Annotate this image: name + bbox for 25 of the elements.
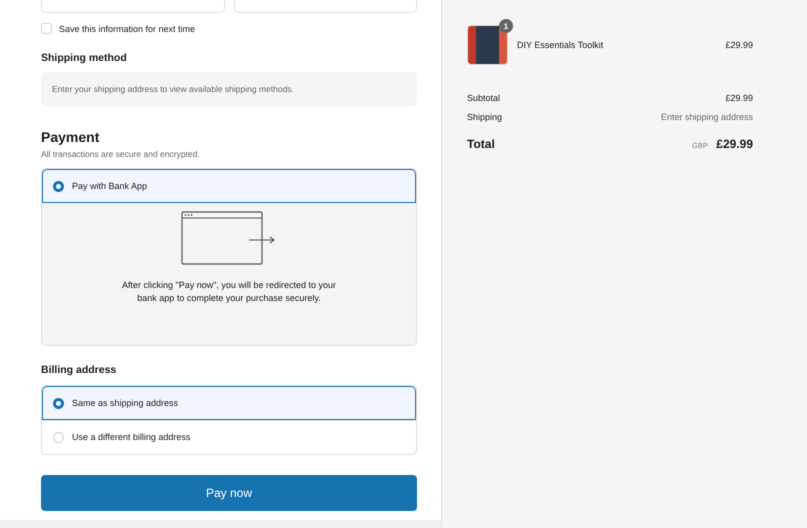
checkbox-label: Save this information for next time: [59, 24, 196, 34]
section-heading: Payment: [41, 129, 100, 145]
payment-subtitle: All transactions are secure and encrypted.: [41, 149, 201, 159]
summary-value: Enter shipping address: [660, 112, 753, 122]
product-price: £29.99: [725, 40, 753, 50]
quantity-badge: 1: [499, 19, 513, 33]
pay-now-button[interactable]: Pay now: [41, 475, 417, 511]
summary-value: £29.99: [725, 93, 753, 103]
section-heading: Billing address: [41, 364, 118, 376]
total-label: Total: [467, 137, 495, 151]
checkbox[interactable]: [41, 23, 52, 34]
total-amount: £29.99: [716, 137, 753, 151]
redirect-description: After clicking "Pay now", you will be redirected to your bank app to complete your purchase securely.: [121, 279, 337, 305]
browser-redirect-icon: [181, 211, 277, 265]
billing-option[interactable]: Use a different billing address: [42, 420, 416, 454]
shipping-notice: Enter your shipping address to view available shipping methods.: [41, 72, 417, 106]
summary-label: Shipping: [467, 112, 502, 122]
payment-option[interactable]: Pay with Bank App: [42, 169, 416, 203]
postcode-field[interactable]: [234, 0, 417, 13]
summary-label: Subtotal: [467, 93, 500, 103]
city-field[interactable]: [41, 0, 224, 13]
product-name: DIY Essentials Toolkit: [517, 40, 604, 50]
product-thumbnail: [467, 24, 508, 64]
section-heading: Shipping method: [41, 52, 128, 64]
billing-option[interactable]: Same as shipping address: [42, 386, 416, 420]
